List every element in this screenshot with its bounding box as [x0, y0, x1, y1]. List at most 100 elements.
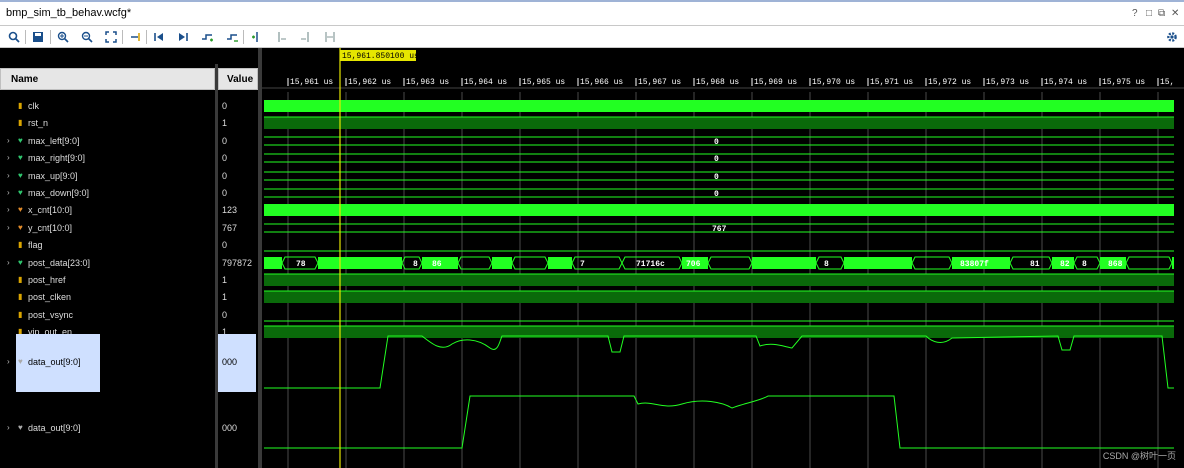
time-tick-label: 15,967 us [638, 78, 681, 87]
post_data-burst [866, 257, 912, 269]
signal-row[interactable]: › ♥ post_data[23:0] [0, 255, 215, 272]
go-to-last-icon[interactable] [175, 29, 191, 45]
expand-chevron-icon[interactable]: › [7, 258, 10, 267]
go-to-first-icon[interactable] [151, 29, 167, 45]
expand-chevron-icon[interactable]: › [7, 153, 10, 162]
close-icon[interactable]: ✕ [1171, 8, 1179, 19]
name-column-header[interactable]: Name [0, 68, 215, 90]
expand-chevron-icon[interactable]: › [7, 357, 10, 366]
bit-signal-icon: ▮ [18, 240, 23, 249]
signal-row[interactable]: ▮ post_href [0, 272, 215, 289]
signal-row[interactable]: ▮ post_vsync [0, 307, 215, 324]
post_data-value-label: 78 [296, 260, 306, 269]
bit-signal-icon: ▮ [18, 101, 23, 110]
signal-name-panel: Name ▮ clk ▮ rst_n › ♥ max_left[9:0] › ♥ max_righ… [0, 64, 215, 468]
bus-signal-icon: ♥ [18, 423, 23, 432]
signal-row[interactable]: › ♥ data_out[9:0] [0, 420, 215, 437]
clk-wave [264, 100, 1174, 112]
waveform-canvas[interactable]: 15,961 us 15,962 us 15,963 us 15,964 us 15,9… [262, 48, 1184, 468]
expand-chevron-icon[interactable]: › [7, 205, 10, 214]
signal-value: 000 [218, 334, 256, 392]
signal-row[interactable]: › ♥ x_cnt[10:0] [0, 202, 215, 219]
signal-row[interactable]: › ♥ data_out[9:0] [7, 334, 100, 392]
bit-signal-icon: ▮ [18, 118, 23, 127]
signal-row[interactable]: › ♥ max_right[9:0] [0, 150, 215, 167]
expand-chevron-icon[interactable]: › [7, 188, 10, 197]
time-tick-label: 15,974 us [1044, 78, 1087, 87]
prev-marker-icon[interactable] [273, 29, 289, 45]
signal-name: x_cnt[10:0] [28, 205, 73, 215]
zoom-in-icon[interactable] [55, 29, 71, 45]
signal-row[interactable]: ▮ clk [0, 98, 215, 115]
signal-value: 0 [222, 136, 228, 146]
expand-chevron-icon[interactable]: › [7, 136, 10, 145]
signal-name: clk [28, 101, 39, 111]
time-tick-label: 15,973 us [986, 78, 1029, 87]
expand-chevron-icon[interactable]: › [7, 171, 10, 180]
bus-signal-icon: ♥ [18, 205, 23, 214]
signal-value: 1 [222, 292, 228, 302]
time-tick-label: 15,965 us [522, 78, 565, 87]
post_data-value-label: 868 [1108, 260, 1123, 269]
max_right-value-label: 0 [714, 155, 719, 164]
signal-value: 1 [222, 118, 228, 128]
watermark: CSDN @树叶一页 [1102, 451, 1176, 461]
time-tick-label: 15,970 us [812, 78, 855, 87]
zoom-fit-icon[interactable] [103, 29, 119, 45]
post_data-burst [492, 257, 512, 269]
expand-chevron-icon[interactable]: › [7, 423, 10, 432]
signal-row[interactable]: › ♥ max_down[9:0] [0, 185, 215, 202]
help-icon[interactable]: ? [1132, 8, 1138, 19]
bus-signal-icon: ♥ [18, 171, 23, 180]
time-tick-label: 15,968 us [696, 78, 739, 87]
search-icon[interactable] [6, 29, 22, 45]
toolbar [0, 26, 1184, 48]
save-icon[interactable] [30, 29, 46, 45]
signal-row[interactable]: ▮ rst_n [0, 115, 215, 132]
time-tick-label: 15,975 us [1102, 78, 1145, 87]
prev-transition-icon[interactable] [224, 29, 240, 45]
post_data-value-label: 82 [1060, 260, 1070, 269]
restore-icon[interactable]: □ [1146, 8, 1152, 19]
time-tick-label: 15,961 us [290, 78, 333, 87]
bus-signal-icon: ♥ [18, 258, 23, 267]
goto-cursor-icon[interactable] [127, 29, 143, 45]
post_data-segment [707, 256, 753, 270]
post_data-segment [1073, 256, 1101, 270]
expand-chevron-icon[interactable]: › [7, 223, 10, 232]
signal-row[interactable]: › ♥ max_left[9:0] [0, 133, 215, 150]
signal-name: rst_n [28, 118, 49, 128]
post_data-burst [844, 257, 866, 269]
high-signal-wave [264, 274, 1174, 286]
signal-row[interactable]: ▮ post_clken [0, 289, 215, 306]
gear-icon[interactable] [1164, 29, 1180, 45]
post_data-value-label: 81 [1030, 260, 1040, 269]
add-marker-icon[interactable] [199, 29, 215, 45]
post_data-burst [752, 257, 782, 269]
zoom-out-icon[interactable] [79, 29, 95, 45]
rst_n-wave [264, 117, 1174, 129]
next-transition-icon[interactable] [249, 29, 265, 45]
post_data-value-label: 8 [1082, 260, 1087, 269]
post_data-burst [318, 257, 338, 269]
post_data-burst [338, 257, 402, 269]
maximize-icon[interactable]: ⧉ [1158, 8, 1165, 19]
signal-row[interactable]: › ♥ y_cnt[10:0] [0, 220, 215, 237]
signal-row[interactable]: ▮ flag [0, 237, 215, 254]
swap-cursors-icon[interactable] [322, 29, 338, 45]
signal-name: max_down[9:0] [28, 188, 90, 198]
post_data-value-label: 7 [580, 260, 585, 269]
max_up-bus [264, 171, 1174, 181]
time-tick-label: 15,972 us [928, 78, 971, 87]
signal-name: max_up[9:0] [28, 171, 78, 181]
signal-name: data_out[9:0] [28, 423, 81, 433]
signal-value: 000 [222, 423, 238, 433]
bus-signal-icon: ♥ [18, 136, 23, 145]
post_data-segment [511, 256, 549, 270]
signal-name: post_href [28, 275, 66, 285]
time-tick-label: 15, [1160, 78, 1174, 87]
signal-row[interactable]: › ♥ max_up[9:0] [0, 168, 215, 185]
next-marker-icon[interactable] [298, 29, 314, 45]
value-column-header[interactable]: Value [218, 68, 258, 90]
post_data-value-label: 8 [413, 260, 418, 269]
